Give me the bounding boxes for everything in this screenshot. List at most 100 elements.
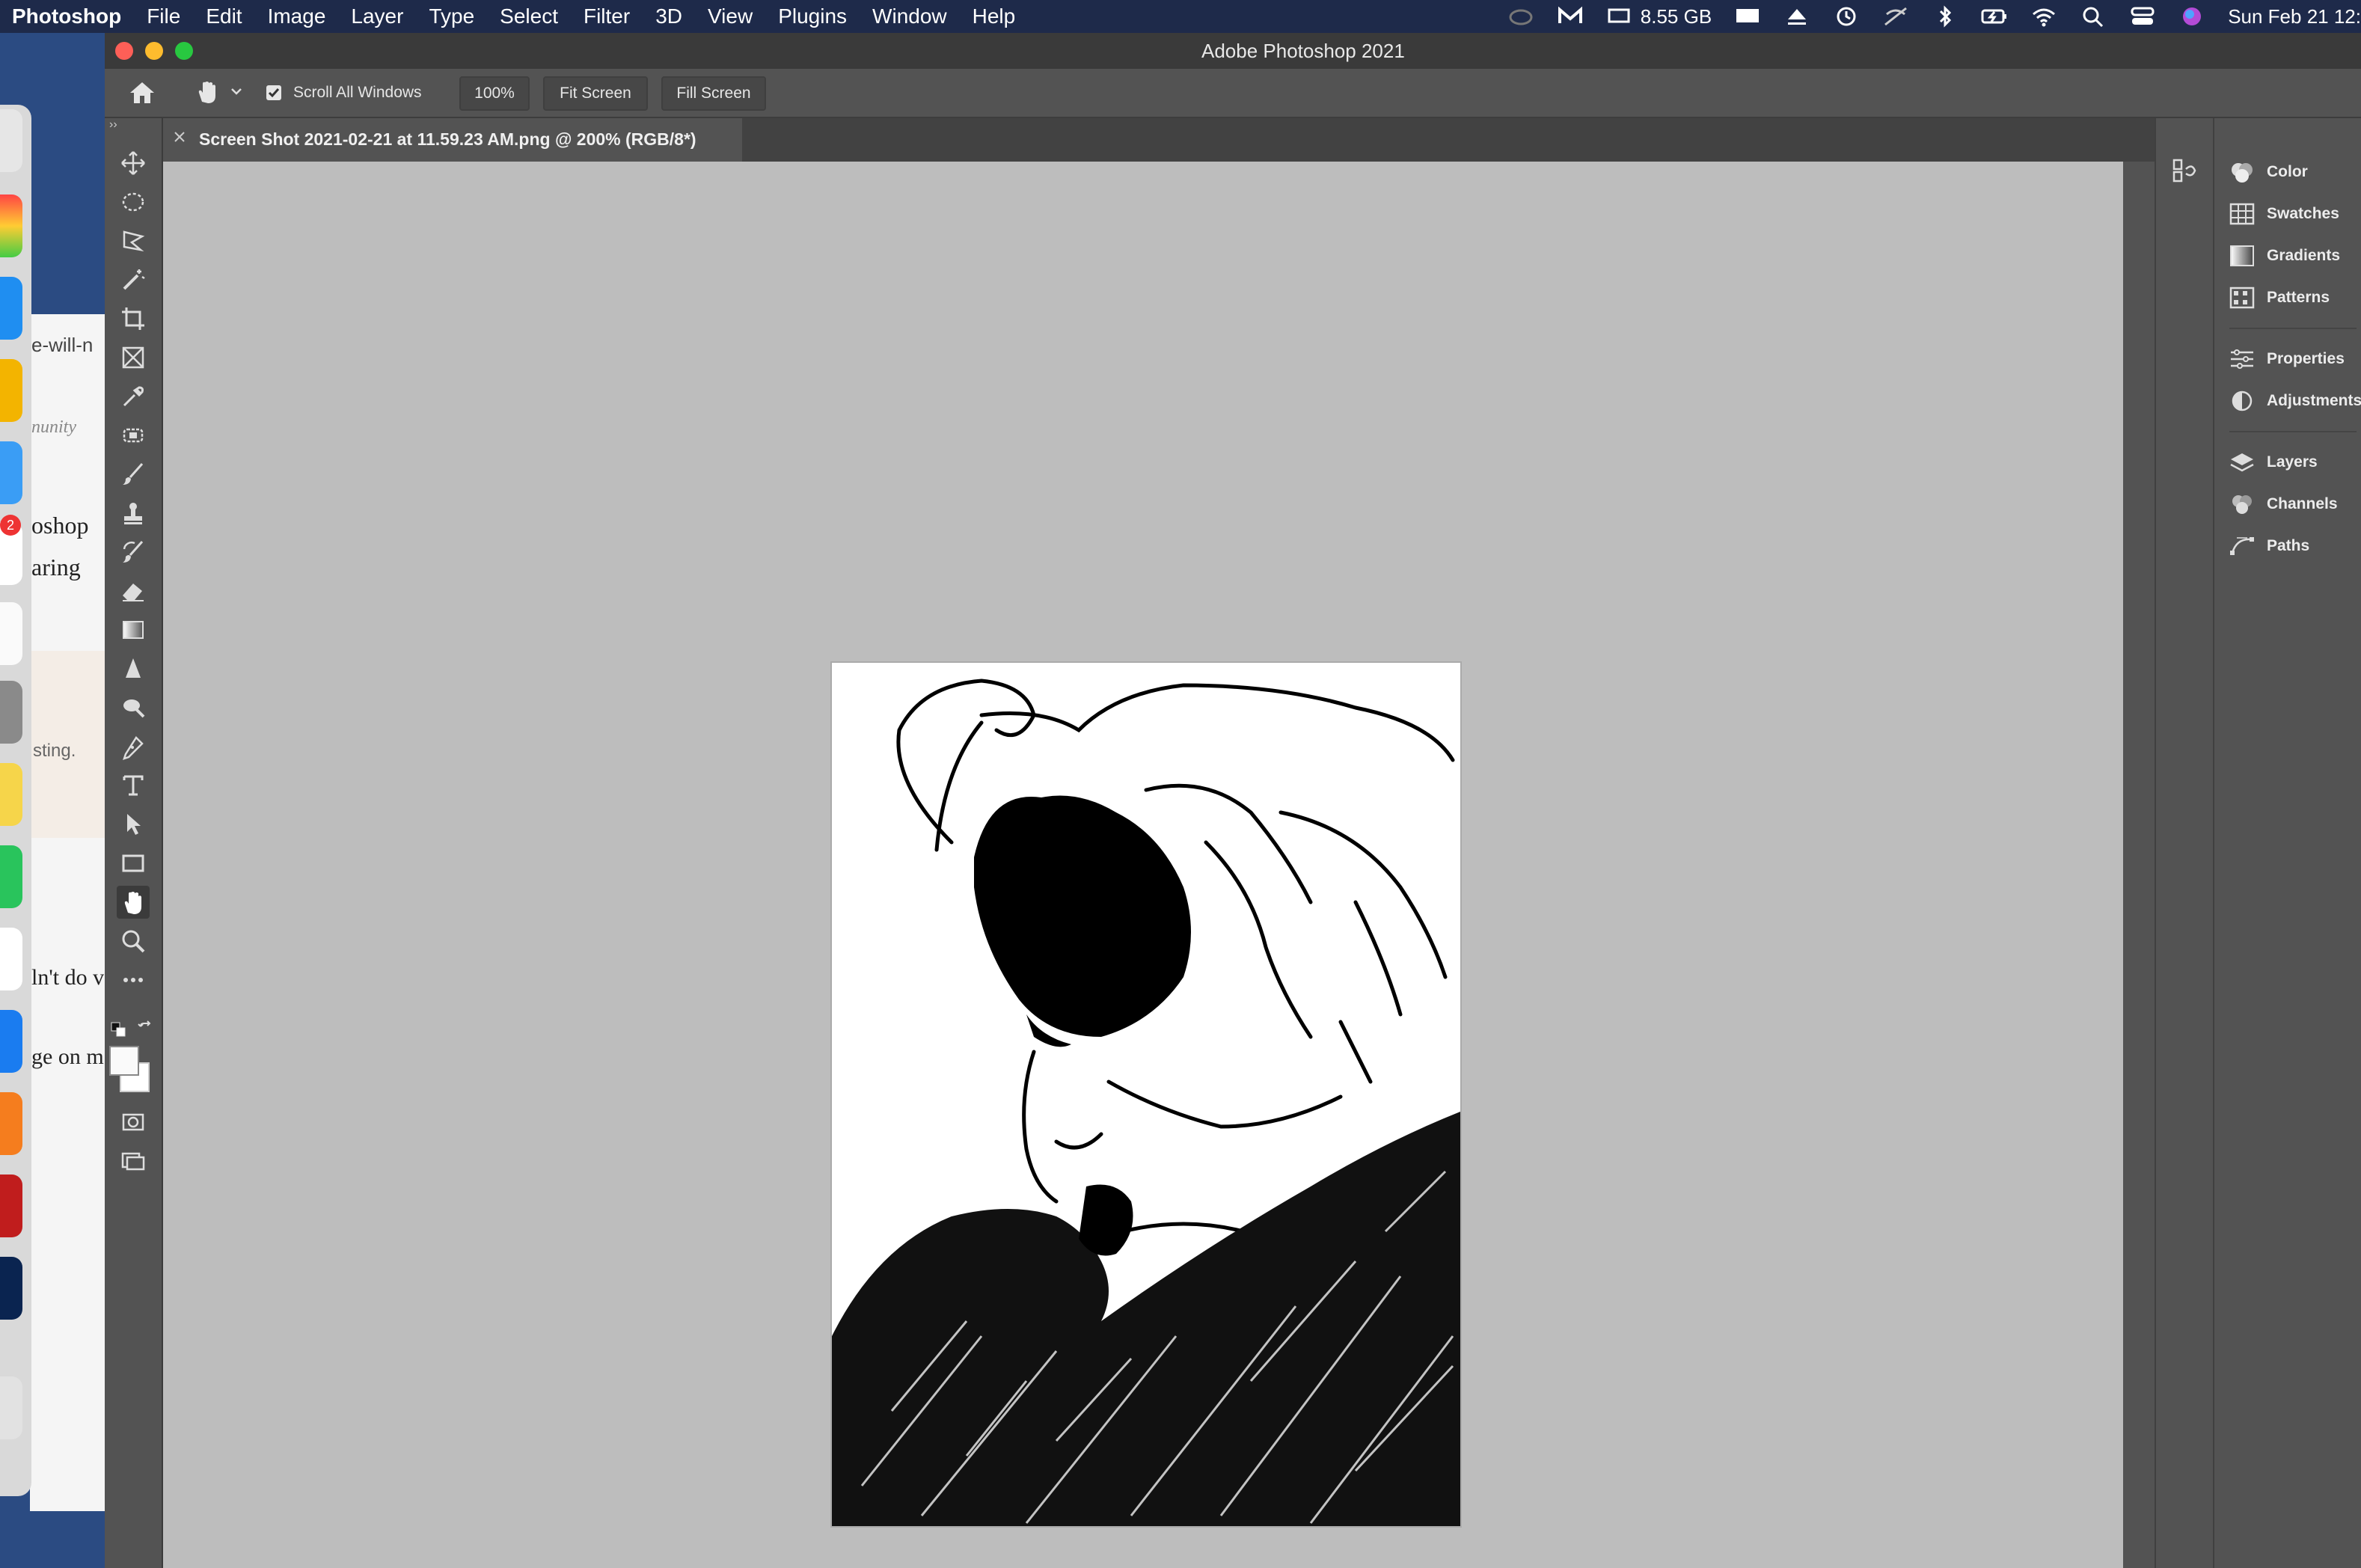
scroll-all-windows-checkbox[interactable] [266, 85, 281, 100]
menu-view[interactable]: View [708, 4, 753, 28]
quick-mask-icon[interactable] [117, 1106, 150, 1139]
magic-wand-tool-icon[interactable] [117, 263, 150, 296]
dock-app-icon[interactable] [0, 928, 22, 990]
dock-app-icon[interactable] [0, 359, 22, 422]
screen-mode-icon[interactable] [117, 1145, 150, 1177]
wifi-off-icon[interactable] [1882, 5, 1909, 28]
eyedropper-tool-icon[interactable] [117, 380, 150, 413]
document-tab[interactable]: Screen Shot 2021-02-21 at 11.59.23 AM.pn… [162, 118, 742, 162]
menu-plugins[interactable]: Plugins [778, 4, 847, 28]
panel-channels[interactable]: Channels [2229, 488, 2338, 521]
menu-layer[interactable]: Layer [351, 4, 403, 28]
brush-tool-icon[interactable] [117, 458, 150, 491]
menu-app-photoshop[interactable]: Photoshop [12, 4, 121, 28]
patterns-panel-icon [2229, 287, 2255, 309]
zoom-tool-icon[interactable] [117, 925, 150, 958]
panel-gradients[interactable]: Gradients [2229, 239, 2340, 272]
close-tab-icon[interactable] [172, 129, 187, 144]
properties-panel-icon [2231, 349, 2253, 369]
panel-properties[interactable]: Properties [2229, 343, 2345, 376]
dock-app-icon[interactable] [0, 1175, 22, 1237]
zoom-100-button[interactable]: 100% [459, 76, 530, 111]
panel-swatches[interactable]: Swatches [2229, 197, 2339, 230]
menu-window[interactable]: Window [872, 4, 947, 28]
menu-edit[interactable]: Edit [206, 4, 242, 28]
pen-tool-icon[interactable] [117, 730, 150, 763]
adjustments-panel-icon [2232, 391, 2253, 411]
bluetooth-icon[interactable] [1932, 5, 1959, 28]
wifi-icon[interactable] [2030, 5, 2057, 28]
window-titlebar: Adobe Photoshop 2021 [105, 33, 2361, 69]
fill-screen-button[interactable]: Fill Screen [661, 76, 766, 111]
move-tool-icon[interactable] [117, 147, 150, 180]
dodge-tool-icon[interactable] [117, 691, 150, 724]
dock-app-icon[interactable] [0, 195, 22, 257]
foreground-color-swatch[interactable] [109, 1046, 139, 1076]
battery-icon[interactable] [1981, 5, 2008, 28]
siri-icon[interactable] [2178, 5, 2205, 28]
polygonal-lasso-tool-icon[interactable] [117, 224, 150, 257]
panel-adjustments[interactable]: Adjustments [2229, 385, 2361, 417]
menu-filter[interactable]: Filter [584, 4, 630, 28]
dock-app-icon[interactable] [0, 763, 22, 826]
control-center-icon[interactable] [2129, 5, 2156, 28]
eject-icon[interactable] [1783, 5, 1810, 28]
chevron-down-icon[interactable] [230, 85, 242, 97]
default-colors-icon[interactable] [111, 1022, 126, 1037]
blur-tool-icon[interactable] [117, 652, 150, 685]
minimize-window-button[interactable] [145, 42, 163, 60]
dock-app-icon[interactable] [0, 109, 22, 172]
creative-cloud-icon[interactable] [1507, 5, 1534, 28]
frame-tool-icon[interactable] [117, 341, 150, 374]
zoom-window-button[interactable] [175, 42, 193, 60]
menu-help[interactable]: Help [973, 4, 1016, 28]
path-selection-tool-icon[interactable] [117, 808, 150, 841]
eraser-tool-icon[interactable] [117, 575, 150, 607]
panel-color[interactable]: Color [2229, 156, 2308, 189]
more-tools-icon[interactable] [117, 964, 150, 996]
dock-app-icon[interactable] [0, 1257, 22, 1320]
panel-paths[interactable]: Paths [2229, 530, 2309, 563]
type-tool-icon[interactable] [117, 769, 150, 802]
expand-tools-icon[interactable]: ›› [105, 118, 166, 133]
display-icon[interactable] [1734, 5, 1761, 28]
spot-healing-tool-icon[interactable] [117, 419, 150, 452]
bg-text: aring [31, 554, 81, 581]
menu-image[interactable]: Image [268, 4, 326, 28]
home-icon[interactable] [127, 79, 157, 106]
swap-colors-icon[interactable] [138, 1020, 154, 1037]
crop-tool-icon[interactable] [117, 302, 150, 335]
dock-app-icon[interactable] [0, 1092, 22, 1155]
mail-badge-icon[interactable] [1557, 5, 1584, 28]
search-icon[interactable] [2080, 5, 2107, 28]
document-image[interactable] [830, 661, 1462, 1528]
dock-app-icon[interactable] [0, 441, 22, 504]
gradient-tool-icon[interactable] [117, 613, 150, 646]
hand-tool-preset-icon[interactable] [193, 79, 223, 106]
memory-status[interactable]: 8.55 GB [1606, 5, 1712, 28]
dock-app-icon[interactable] [0, 277, 22, 340]
rectangle-tool-icon[interactable] [117, 847, 150, 880]
dock-app-icon[interactable] [0, 1010, 22, 1073]
dock-app-icon[interactable] [0, 602, 22, 665]
hand-tool-icon[interactable] [117, 886, 150, 919]
history-brush-tool-icon[interactable] [117, 536, 150, 569]
menu-file[interactable]: File [147, 4, 180, 28]
window-title: Adobe Photoshop 2021 [1201, 40, 1405, 62]
panel-patterns[interactable]: Patterns [2229, 281, 2330, 314]
dock-trash-icon[interactable] [0, 1376, 22, 1439]
time-machine-icon[interactable] [1833, 5, 1860, 28]
clock[interactable]: Sun Feb 21 12: [2228, 5, 2361, 28]
panel-paths-label: Paths [2267, 537, 2310, 554]
clone-stamp-tool-icon[interactable] [117, 497, 150, 530]
elliptical-marquee-tool-icon[interactable] [117, 186, 150, 218]
dock-app-icon[interactable] [0, 845, 22, 908]
menu-3d[interactable]: 3D [655, 4, 682, 28]
menu-type[interactable]: Type [429, 4, 474, 28]
dock-app-icon[interactable] [0, 681, 22, 744]
history-panel-icon[interactable] [2169, 156, 2199, 186]
close-window-button[interactable] [115, 42, 133, 60]
fit-screen-button[interactable]: Fit Screen [543, 76, 648, 111]
panel-layers[interactable]: Layers [2229, 446, 2318, 479]
menu-select[interactable]: Select [500, 4, 558, 28]
